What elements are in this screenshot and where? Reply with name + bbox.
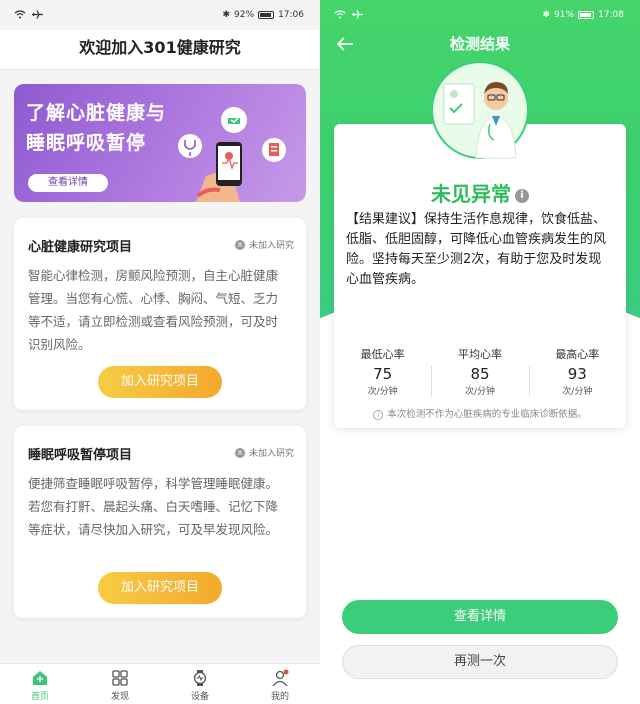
battery-percent: 92%	[234, 10, 255, 20]
rate-unit: 次/分钟	[464, 387, 496, 397]
airplane-icon	[352, 10, 363, 22]
wifi-icon	[14, 10, 26, 22]
rate-label: 最高心率	[555, 348, 600, 361]
watch-icon	[191, 669, 209, 687]
join-sleep-study-button[interactable]: 加入研究项目	[98, 572, 222, 604]
measure-again-button[interactable]: 再测一次	[342, 645, 618, 679]
grid-icon	[111, 669, 129, 687]
heart-rate-summary: 最低心率 75 次/分钟 平均心率 85 次/分钟 最高心率 93 次/分钟	[334, 346, 626, 397]
home-icon	[31, 669, 49, 687]
status-bar: ✱ 91% 17:08	[320, 0, 640, 30]
tab-devices[interactable]: 设备	[160, 664, 240, 704]
promo-banner[interactable]: 了解心脏健康与 睡眠呼吸暂停 查看详情	[14, 84, 306, 202]
doctor-illustration	[431, 61, 529, 159]
notice-icon: i	[373, 409, 384, 420]
rate-unit: 次/分钟	[562, 387, 593, 397]
tab-label: 首页	[30, 692, 49, 702]
view-details-button[interactable]: 查看详情	[342, 600, 618, 634]
result-screen: ✱ 91% 17:08 检测结果 未见异常 i 【结果建议】保持生活作息规律，饮食…	[320, 0, 640, 704]
bluetooth-icon: ✱	[222, 10, 231, 20]
badge-label: 未加入研究	[248, 449, 294, 459]
card-title: 心脏健康研究项目	[28, 240, 133, 255]
battery-percent: 91%	[554, 10, 575, 20]
card-description: 智能心律检测，房颤风险预测，自主心脏健康管理。当您有心慌、心悸、胸闷、气短、乏力…	[28, 268, 279, 352]
rate-unit: 次/分钟	[367, 387, 398, 397]
rate-value: 75	[373, 365, 393, 383]
airplane-icon	[32, 10, 43, 22]
clock: 17:08	[598, 10, 624, 20]
bottom-tab-bar: 首页 发现 设备 我的	[0, 663, 320, 704]
result-status-text: 未见异常	[431, 182, 511, 206]
tab-me[interactable]: 我的	[240, 664, 320, 704]
card-description: 便捷筛查睡眠呼吸暂停，科学管理睡眠健康。若您有打鼾、晨起头痛、白天嗜睡、记忆下降…	[28, 476, 279, 537]
not-joined-icon: ×	[234, 447, 245, 458]
result-card: 未见异常 i 【结果建议】保持生活作息规律，饮食低盐、低脂、低胆固醇，可降低心血管…	[334, 124, 626, 428]
tab-label: 我的	[270, 692, 289, 702]
tab-discover[interactable]: 发现	[80, 664, 160, 704]
disclaimer: i 本次检测不作为心脏疾病的专业临床诊断依据。	[334, 406, 626, 420]
rate-value: 93	[567, 365, 587, 383]
disclaimer-text: 本次检测不作为心脏疾病的专业临床诊断依据。	[387, 409, 587, 420]
tab-label: 设备	[190, 692, 209, 702]
page-title: 欢迎加入301健康研究	[0, 30, 320, 70]
clock: 17:06	[278, 10, 304, 20]
bluetooth-icon: ✱	[542, 10, 551, 20]
phone-health-illustration	[178, 107, 286, 202]
result-advice: 【结果建议】保持生活作息规律，饮食低盐、低脂、低胆固醇，可降低心血管疾病发生的风…	[346, 212, 607, 287]
min-heart-rate: 最低心率 75 次/分钟	[334, 346, 431, 397]
info-icon[interactable]: i	[515, 188, 529, 203]
not-joined-icon: ×	[234, 239, 245, 250]
battery-icon	[258, 11, 275, 19]
result-status: 未见异常 i	[334, 178, 626, 207]
max-heart-rate: 最高心率 93 次/分钟	[528, 346, 626, 397]
heart-study-card[interactable]: 心脏健康研究项目 × 未加入研究 智能心律检测，房颤风险预测，自主心脏健康管理。…	[14, 218, 306, 410]
banner-line-1: 了解心脏健康与	[26, 102, 167, 124]
badge-label: 未加入研究	[248, 241, 294, 251]
banner-detail-button[interactable]: 查看详情	[28, 174, 108, 192]
rate-label: 最低心率	[360, 348, 405, 361]
wifi-icon	[334, 10, 346, 22]
home-screen: ✱ 92% 17:06 欢迎加入301健康研究 了解心脏健康与 睡眠呼吸暂停 查…	[0, 0, 320, 704]
status-bar: ✱ 92% 17:06	[0, 0, 320, 30]
tab-label: 发现	[110, 692, 129, 702]
rate-value: 85	[470, 365, 490, 383]
profile-icon	[271, 669, 289, 687]
join-heart-study-button[interactable]: 加入研究项目	[98, 366, 222, 398]
banner-line-2: 睡眠呼吸暂停	[26, 132, 147, 154]
battery-icon	[578, 11, 595, 19]
rate-label: 平均心率	[457, 348, 502, 361]
card-title: 睡眠呼吸暂停项目	[28, 448, 133, 463]
avg-heart-rate: 平均心率 85 次/分钟	[431, 346, 528, 397]
tab-home[interactable]: 首页	[0, 664, 80, 704]
status-badge: × 未加入研究	[234, 446, 294, 459]
page-title: 检测结果	[449, 35, 510, 53]
sleep-apnea-card[interactable]: 睡眠呼吸暂停项目 × 未加入研究 便捷筛查睡眠呼吸暂停，科学管理睡眠健康。若您有…	[14, 426, 306, 618]
status-badge: × 未加入研究	[234, 238, 294, 251]
